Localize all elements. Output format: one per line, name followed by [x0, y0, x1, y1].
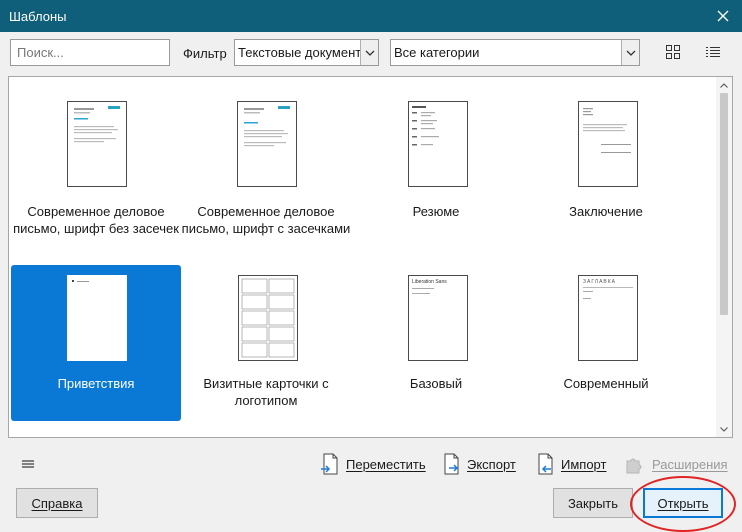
scroll-down-button[interactable] [716, 421, 732, 437]
chevron-down-icon[interactable] [360, 40, 378, 65]
chevron-down-icon[interactable] [621, 40, 639, 65]
filter-dropdown-value: Текстовые документы [238, 45, 371, 60]
move-button[interactable]: Переместить [320, 452, 426, 476]
move-label: Переместить [346, 456, 426, 472]
help-button-label: Справка [31, 495, 83, 511]
template-tile[interactable]: Liberation Sans Базовый [351, 265, 521, 421]
template-label: Резюме [412, 204, 460, 219]
export-label: Экспорт [467, 456, 516, 472]
import-document-icon [538, 453, 553, 475]
window-title: Шаблоны [9, 8, 67, 24]
template-label: Приветствия [57, 376, 135, 391]
template-tile[interactable]: Резюме [351, 91, 521, 247]
template-thumbnail: ЗАГЛАВКА [578, 275, 638, 361]
template-thumbnail [67, 275, 127, 361]
export-document-icon [444, 453, 459, 475]
category-dropdown-value: Все категории [394, 45, 480, 60]
list-view-icon [706, 47, 720, 57]
open-button-label: Открыть [657, 495, 709, 511]
filter-label: Фильтр [183, 46, 227, 61]
vertical-scrollbar[interactable] [716, 77, 732, 437]
template-thumbnail: Liberation Sans [408, 275, 468, 361]
close-icon [717, 10, 729, 22]
template-tile[interactable]: Визитные карточки с логотипом [181, 265, 351, 421]
move-document-icon [321, 453, 338, 475]
template-tile[interactable]: ЗАГЛАВКА Современный [521, 265, 691, 421]
template-label: Визитные карточки с логотипом [203, 376, 329, 408]
template-label: Заключение [569, 204, 643, 219]
search-input[interactable] [10, 39, 170, 66]
chevron-up-icon [720, 82, 728, 88]
template-tile[interactable]: Современное деловое письмо, шрифт без за… [11, 91, 181, 247]
template-label: Современный [563, 376, 649, 391]
template-thumbnail [237, 101, 297, 187]
scroll-up-button[interactable] [716, 77, 732, 93]
puzzle-piece-icon [626, 458, 642, 474]
open-button[interactable]: Открыть [643, 488, 723, 518]
close-button[interactable]: Закрыть [553, 488, 633, 518]
template-label: Базовый [409, 376, 463, 391]
thumbnail-view-button[interactable] [663, 42, 683, 62]
help-button[interactable]: Справка [16, 488, 98, 518]
import-label: Импорт [561, 456, 607, 472]
template-tile[interactable]: Современное деловое письмо, шрифт с засе… [181, 91, 351, 247]
template-thumbnail [408, 101, 468, 187]
filter-dropdown[interactable]: Текстовые документы [234, 39, 379, 66]
template-tile-selected[interactable]: Приветствия [11, 265, 181, 421]
extensions-button: Расширения [624, 452, 728, 476]
extensions-label: Расширения [652, 456, 728, 472]
template-tile[interactable]: Заключение [521, 91, 691, 247]
template-label: Современное деловое письмо, шрифт с засе… [181, 204, 351, 236]
chevron-down-icon [720, 426, 728, 432]
title-bar: Шаблоны [0, 0, 742, 32]
template-thumbnail [578, 101, 638, 187]
thumbnail-view-icon [666, 45, 680, 59]
hamburger-menu-icon[interactable] [20, 456, 36, 472]
toolbar: Фильтр Текстовые документы Все категории [0, 32, 742, 76]
close-button-label: Закрыть [567, 495, 619, 511]
template-thumbnail [67, 101, 127, 187]
category-dropdown[interactable]: Все категории [390, 39, 640, 66]
import-button[interactable]: Импорт [535, 452, 606, 476]
scrollbar-thumb[interactable] [720, 93, 728, 315]
action-bar: Переместить Экспорт Импорт Расширения [0, 448, 742, 480]
template-thumbnail [238, 275, 298, 361]
template-label: Современное деловое письмо, шрифт без за… [13, 204, 179, 236]
close-window-button[interactable] [712, 5, 734, 27]
list-view-button[interactable] [703, 42, 723, 62]
export-button[interactable]: Экспорт [441, 452, 516, 476]
template-panel: Современное деловое письмо, шрифт без за… [8, 76, 733, 438]
template-grid: Современное деловое письмо, шрифт без за… [9, 77, 717, 437]
